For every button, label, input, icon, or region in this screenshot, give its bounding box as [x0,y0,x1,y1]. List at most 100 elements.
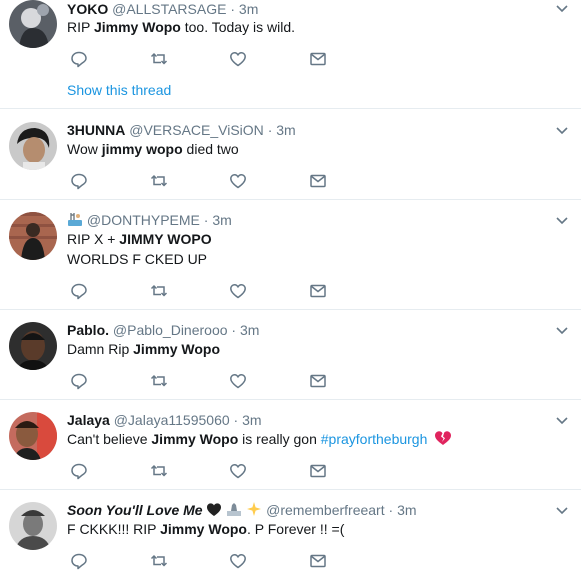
like-icon[interactable] [229,282,247,300]
separator: · [230,1,236,17]
chevron-down-icon[interactable] [555,504,569,518]
display-name[interactable]: YOKO [67,1,108,17]
display-name[interactable]: Soon You'll Love Me [67,502,203,518]
tweet-5[interactable]: Jalaya @Jalaya11595060 · 3m Can't believ… [0,401,581,490]
reply-icon[interactable] [70,282,88,300]
tweet-header: Soon You'll Love Me @rememberfreeart · 3… [67,501,417,519]
dm-icon[interactable] [309,552,327,570]
timestamp[interactable]: 3m [397,502,416,518]
retweet-icon[interactable] [150,282,168,300]
handle[interactable]: @VERSACE_ViSiON [129,122,264,138]
chevron-down-icon[interactable] [555,2,569,16]
chevron-down-icon[interactable] [555,214,569,228]
reply-icon[interactable] [70,372,88,390]
mention-bold: Jimmy Wopo [160,521,247,537]
tweet-header: YOKO @ALLSTARSAGE · 3m [67,0,258,18]
retweet-icon[interactable] [150,172,168,190]
chess-emoji-icon [227,503,242,516]
tweet-6[interactable]: Soon You'll Love Me @rememberfreeart · 3… [0,491,581,584]
tweet-text: F CKKK!!! RIP Jimmy Wopo. P Forever !! =… [67,519,344,539]
mention-bold: Jimmy Wopo [133,341,221,357]
tweet-header: 3HUNNA @VERSACE_ViSiON · 3m [67,121,296,139]
text-segment: Can't believe [67,431,152,447]
mention-bold: JIMMY WOPO [119,231,212,247]
separator: · [388,502,394,518]
tweet-4[interactable]: Pablo. @Pablo_Dinerooo · 3m Damn Rip Jim… [0,311,581,400]
text-segment: too. Today is wild. [180,19,295,35]
black-heart-icon [207,503,222,516]
dm-icon[interactable] [309,172,327,190]
like-icon[interactable] [229,172,247,190]
handle[interactable]: @Jalaya11595060 [114,412,230,428]
text-segment: Damn Rip [67,341,134,357]
dm-icon[interactable] [309,50,327,68]
text-segment: RIP X + [67,231,120,247]
avatar[interactable] [9,212,57,260]
tweet-1[interactable]: YOKO @ALLSTARSAGE · 3m RIP Jimmy Wopo to… [0,0,581,109]
text-segment: F CKKK!!! RIP [67,521,161,537]
tweet-text: RIP Jimmy Wopo too. Today is wild. [67,17,295,37]
separator: · [231,322,237,338]
like-icon[interactable] [229,462,247,480]
tweet-header: @DONTHYPEME · 3m [67,211,232,229]
like-icon[interactable] [229,372,247,390]
handle[interactable]: @Pablo_Dinerooo [113,322,228,338]
hashtag-link[interactable]: #prayfortheburgh [321,431,428,447]
reply-icon[interactable] [70,172,88,190]
retweet-icon[interactable] [150,462,168,480]
tweet-text: Wow jimmy wopo died two [67,139,239,159]
tweet-header: Pablo. @Pablo_Dinerooo · 3m [67,321,259,339]
timestamp[interactable]: 3m [242,412,261,428]
retweet-icon[interactable] [150,50,168,68]
tweet-header: Jalaya @Jalaya11595060 · 3m [67,411,262,429]
avatar[interactable] [9,122,57,170]
chevron-down-icon[interactable] [555,124,569,138]
separator: · [203,212,209,228]
tweet-3[interactable]: @DONTHYPEME · 3m RIP X + JIMMY WOPO WORL… [0,201,581,310]
handle[interactable]: @ALLSTARSAGE [112,1,226,17]
reply-icon[interactable] [70,50,88,68]
text-segment: died two [182,141,239,157]
tweet-text: Can't believe Jimmy Wopo is really gon #… [67,429,452,449]
text-segment: Wow [67,141,102,157]
mention-bold: jimmy wopo [101,141,183,157]
timestamp[interactable]: 3m [276,122,295,138]
dm-icon[interactable] [309,372,327,390]
mention-bold: Jimmy Wopo [93,19,181,35]
display-name[interactable]: Pablo. [67,322,109,338]
text-segment: is really gon [238,431,321,447]
display-name[interactable]: 3HUNNA [67,122,125,138]
avatar[interactable] [9,502,57,550]
handle[interactable]: @DONTHYPEME [87,212,200,228]
mention-bold: Jimmy Wopo [151,431,239,447]
reply-icon[interactable] [70,462,88,480]
broken-heart-icon [435,431,452,445]
show-thread-link[interactable]: Show this thread [67,82,171,98]
dizzy-emoji-icon [247,502,262,516]
dm-icon[interactable] [309,462,327,480]
pool-emoji-icon [68,213,82,226]
text-segment: RIP [67,19,94,35]
retweet-icon[interactable] [150,372,168,390]
handle[interactable]: @rememberfreeart [266,502,384,518]
tweet-2[interactable]: 3HUNNA @VERSACE_ViSiON · 3m Wow jimmy wo… [0,110,581,200]
tweet-text-line-1: RIP X + JIMMY WOPO [67,229,212,249]
text-segment: . P Forever !! =( [246,521,345,537]
retweet-icon[interactable] [150,552,168,570]
avatar[interactable] [9,412,57,460]
avatar[interactable] [9,322,57,370]
timestamp[interactable]: 3m [239,1,258,17]
tweet-text-line-2: WORLDS F CKED UP [67,251,208,267]
tweet-text: Damn Rip Jimmy Wopo [67,339,220,359]
separator: · [233,412,239,428]
chevron-down-icon[interactable] [555,414,569,428]
reply-icon[interactable] [70,552,88,570]
like-icon[interactable] [229,50,247,68]
display-name[interactable]: Jalaya [67,412,110,428]
chevron-down-icon[interactable] [555,324,569,338]
timestamp[interactable]: 3m [212,212,231,228]
like-icon[interactable] [229,552,247,570]
timestamp[interactable]: 3m [240,322,259,338]
dm-icon[interactable] [309,282,327,300]
avatar[interactable] [9,0,57,48]
